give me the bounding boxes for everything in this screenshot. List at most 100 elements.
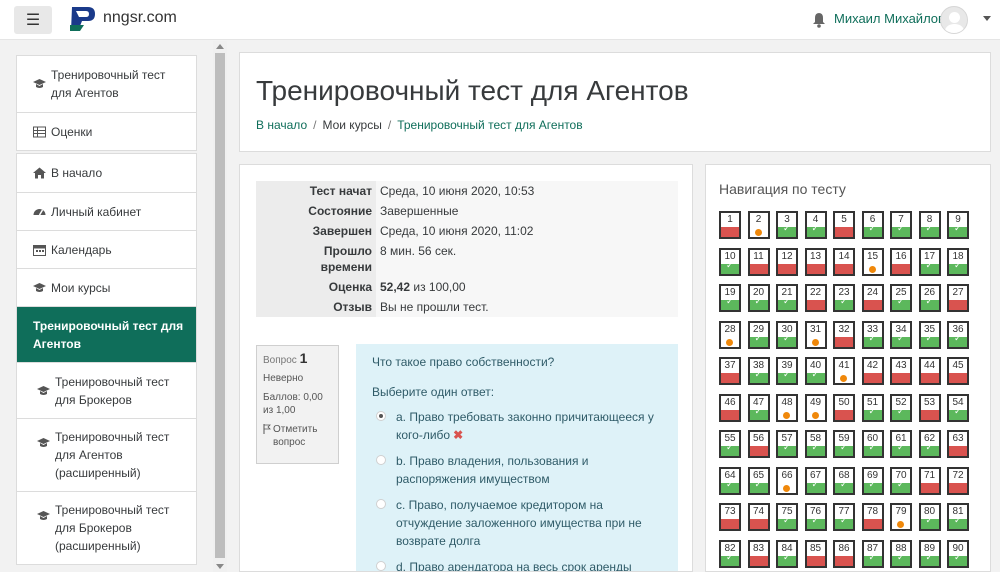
- scroll-down-icon[interactable]: [216, 564, 224, 569]
- breadcrumb-home-link[interactable]: В начало: [256, 118, 307, 132]
- question-nav-button[interactable]: 15: [861, 247, 884, 276]
- question-nav-button[interactable]: 8: [918, 211, 941, 239]
- question-nav-button[interactable]: 65: [747, 466, 770, 495]
- scrollbar-thumb[interactable]: [215, 53, 225, 558]
- answer-option[interactable]: a. Право требовать законно причитающееся…: [372, 408, 662, 444]
- question-nav-button[interactable]: 56: [747, 430, 770, 458]
- question-nav-button[interactable]: 16: [890, 247, 912, 276]
- question-nav-button[interactable]: 44: [918, 357, 941, 385]
- question-nav-button[interactable]: 66: [776, 466, 798, 495]
- sidebar-item-grades[interactable]: Оценки: [17, 112, 196, 150]
- question-nav-button[interactable]: 47: [747, 393, 770, 422]
- question-nav-button[interactable]: 50: [833, 393, 855, 422]
- question-nav-button[interactable]: 87: [861, 539, 884, 568]
- question-nav-button[interactable]: 14: [833, 247, 855, 276]
- question-nav-button[interactable]: 83: [747, 539, 770, 568]
- question-nav-button[interactable]: 73: [719, 503, 741, 531]
- question-nav-button[interactable]: 22: [804, 284, 827, 312]
- question-nav-button[interactable]: 55: [719, 430, 741, 458]
- question-nav-button[interactable]: 24: [861, 284, 884, 312]
- question-nav-button[interactable]: 51: [861, 393, 884, 422]
- question-nav-button[interactable]: 38: [747, 357, 770, 385]
- question-nav-button[interactable]: 26: [918, 284, 941, 312]
- question-nav-button[interactable]: 86: [833, 539, 855, 568]
- question-nav-button[interactable]: 64: [719, 466, 741, 495]
- question-nav-button[interactable]: 10: [719, 247, 741, 276]
- avatar[interactable]: [940, 6, 968, 34]
- question-nav-button[interactable]: 79: [890, 503, 912, 531]
- question-nav-button[interactable]: 90: [947, 539, 969, 568]
- site-name[interactable]: nngsr.com: [103, 9, 177, 27]
- site-logo[interactable]: [68, 5, 98, 33]
- question-nav-button[interactable]: 30: [776, 320, 798, 349]
- sidebar-item-calendar[interactable]: Календарь: [17, 230, 196, 268]
- scroll-up-icon[interactable]: [216, 44, 224, 49]
- question-nav-button[interactable]: 9: [947, 211, 969, 239]
- question-nav-button[interactable]: 46: [719, 393, 741, 422]
- question-nav-button[interactable]: 17: [918, 247, 941, 276]
- question-nav-button[interactable]: 12: [776, 247, 798, 276]
- radio-button[interactable]: [376, 411, 386, 421]
- question-nav-button[interactable]: 72: [947, 466, 969, 495]
- sidebar-item-agents-extended-test[interactable]: Тренировочный тест для Агентов (расширен…: [17, 418, 196, 491]
- question-nav-button[interactable]: 76: [804, 503, 827, 531]
- sidebar-item-brokers-extended-test[interactable]: Тренировочный тест для Брокеров (расшире…: [17, 491, 196, 564]
- question-nav-button[interactable]: 27: [947, 284, 969, 312]
- sidebar-item-home[interactable]: В начало: [17, 154, 196, 192]
- question-nav-button[interactable]: 78: [861, 503, 884, 531]
- question-nav-button[interactable]: 41: [833, 357, 855, 385]
- bell-icon[interactable]: [812, 12, 826, 28]
- question-nav-button[interactable]: 60: [861, 430, 884, 458]
- question-nav-button[interactable]: 82: [719, 539, 741, 568]
- question-nav-button[interactable]: 54: [947, 393, 969, 422]
- question-nav-button[interactable]: 11: [747, 247, 770, 276]
- question-nav-button[interactable]: 89: [918, 539, 941, 568]
- question-nav-button[interactable]: 49: [804, 393, 827, 422]
- radio-button[interactable]: [376, 499, 386, 509]
- radio-button[interactable]: [376, 455, 386, 465]
- answer-option[interactable]: b. Право владения, пользования и распоря…: [372, 452, 662, 488]
- question-nav-button[interactable]: 23: [833, 284, 855, 312]
- question-nav-button[interactable]: 18: [947, 247, 969, 276]
- question-nav-button[interactable]: 6: [861, 211, 884, 239]
- question-nav-button[interactable]: 77: [833, 503, 855, 531]
- question-nav-button[interactable]: 59: [833, 430, 855, 458]
- question-nav-button[interactable]: 40: [804, 357, 827, 385]
- question-nav-button[interactable]: 7: [890, 211, 912, 239]
- question-nav-button[interactable]: 42: [861, 357, 884, 385]
- question-nav-button[interactable]: 43: [890, 357, 912, 385]
- question-nav-button[interactable]: 3: [776, 211, 798, 239]
- question-nav-button[interactable]: 75: [776, 503, 798, 531]
- question-nav-button[interactable]: 1: [719, 211, 741, 239]
- question-nav-button[interactable]: 61: [890, 430, 912, 458]
- sidebar-item-brokers-test[interactable]: Тренировочный тест для Брокеров: [17, 362, 196, 418]
- flag-question-button[interactable]: Отметить вопрос: [263, 423, 332, 449]
- question-nav-button[interactable]: 28: [719, 320, 741, 349]
- sidebar-item-current-course[interactable]: Тренировочный тест для Агентов: [17, 306, 196, 362]
- question-nav-button[interactable]: 62: [918, 430, 941, 458]
- question-nav-button[interactable]: 85: [804, 539, 827, 568]
- chevron-down-icon[interactable]: [983, 16, 991, 21]
- question-nav-button[interactable]: 19: [719, 284, 741, 312]
- question-nav-button[interactable]: 2: [747, 211, 770, 239]
- question-nav-button[interactable]: 45: [947, 357, 969, 385]
- question-nav-button[interactable]: 4: [804, 211, 827, 239]
- question-nav-button[interactable]: 34: [890, 320, 912, 349]
- question-nav-button[interactable]: 81: [947, 503, 969, 531]
- question-nav-button[interactable]: 36: [947, 320, 969, 349]
- breadcrumb-my-courses[interactable]: Мои курсы: [322, 118, 381, 132]
- question-nav-button[interactable]: 32: [833, 320, 855, 349]
- question-nav-button[interactable]: 5: [833, 211, 855, 239]
- question-nav-button[interactable]: 33: [861, 320, 884, 349]
- question-nav-button[interactable]: 13: [804, 247, 827, 276]
- question-nav-button[interactable]: 48: [776, 393, 798, 422]
- question-nav-button[interactable]: 31: [804, 320, 827, 349]
- question-nav-button[interactable]: 53: [918, 393, 941, 422]
- question-nav-button[interactable]: 70: [890, 466, 912, 495]
- sidebar-item-course[interactable]: Тренировочный тест для Агентов: [17, 56, 196, 112]
- question-nav-button[interactable]: 69: [861, 466, 884, 495]
- breadcrumb-course-link[interactable]: Тренировочный тест для Агентов: [397, 118, 582, 132]
- question-nav-button[interactable]: 29: [747, 320, 770, 349]
- question-nav-button[interactable]: 52: [890, 393, 912, 422]
- radio-button[interactable]: [376, 561, 386, 571]
